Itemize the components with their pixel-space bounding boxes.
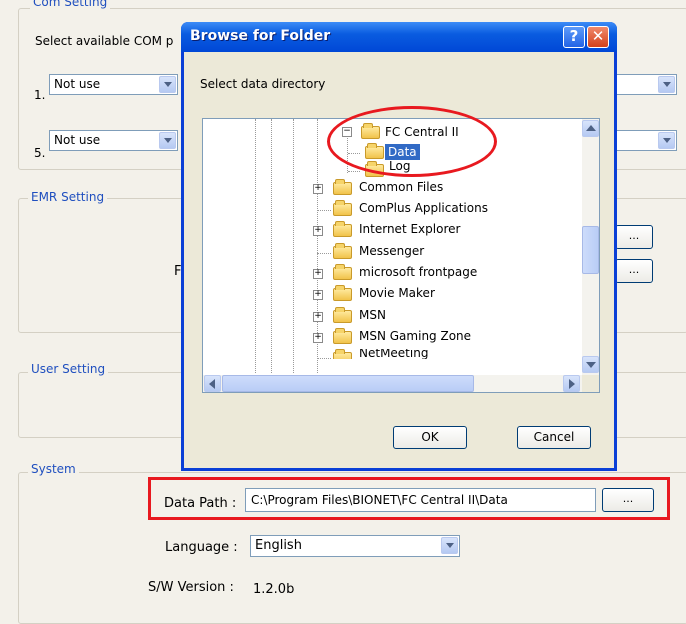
dialog-prompt: Select data directory: [200, 77, 326, 91]
version-value: 1.2.0b: [253, 582, 295, 597]
scroll-corner: [582, 375, 599, 392]
language-value: English: [255, 538, 302, 553]
port-1-value: Not use: [54, 77, 101, 91]
expand-icon[interactable]: +: [313, 184, 323, 194]
chevron-down-icon: [159, 132, 176, 149]
tree-guide-line: [317, 253, 331, 254]
emr-setting-title: EMR Setting: [28, 190, 108, 204]
tree-label: NetMeeting: [359, 349, 429, 359]
scroll-down-arrow[interactable]: [582, 356, 599, 373]
language-select[interactable]: English: [250, 535, 460, 557]
chevron-down-icon: [159, 76, 176, 93]
annotation-highlight-ellipse: [327, 106, 497, 177]
port-5-right-select[interactable]: [610, 130, 677, 151]
folder-icon: [333, 349, 352, 359]
folder-icon: [333, 200, 352, 216]
ok-button[interactable]: OK: [393, 426, 467, 449]
tree-label: microsoft frontpage: [359, 265, 478, 279]
com-setting-title: Com Setting: [30, 0, 111, 9]
tree-horizontal-scrollbar[interactable]: [203, 375, 582, 392]
folder-icon: [333, 243, 352, 259]
tree-label: Common Files: [359, 180, 444, 194]
tree-item-common-files[interactable]: + Common Files: [203, 179, 583, 199]
scroll-right-arrow[interactable]: [563, 375, 580, 392]
tree-vertical-scrollbar[interactable]: [582, 119, 599, 375]
tree-item-messenger[interactable]: Messenger: [203, 243, 583, 263]
tree-item-msn[interactable]: + MSN: [203, 307, 583, 327]
emr-browse-button-1[interactable]: ...: [615, 225, 653, 249]
folder-icon: [333, 328, 352, 344]
expand-icon[interactable]: +: [313, 269, 323, 279]
chevron-down-icon: [658, 132, 675, 149]
emr-browse-button-2[interactable]: ...: [615, 259, 653, 283]
tree-guide-line: [317, 358, 331, 359]
tree-label: Messenger: [359, 244, 425, 258]
tree-label: MSN Gaming Zone: [359, 329, 472, 343]
browse-folder-dialog: Browse for Folder ? ✕ Select data direct…: [181, 22, 617, 471]
com-select-label: Select available COM p: [35, 34, 174, 48]
tree-guide-line: [348, 171, 360, 172]
tree-item-netmeeting[interactable]: NetMeeting: [203, 349, 583, 359]
tree-item-complus[interactable]: ComPlus Applications: [203, 200, 583, 220]
version-label: S/W Version :: [148, 580, 234, 595]
tree-item-internet-explorer[interactable]: + Internet Explorer: [203, 221, 583, 241]
tree-item-frontpage[interactable]: + microsoft frontpage: [203, 264, 583, 284]
help-button[interactable]: ?: [563, 26, 585, 48]
folder-icon: [333, 264, 352, 280]
chevron-right-icon: [569, 379, 575, 389]
chevron-up-icon: [586, 125, 596, 131]
tree-guide-line: [317, 210, 331, 211]
chevron-down-icon: [658, 76, 675, 93]
chevron-down-icon: [441, 537, 458, 554]
close-icon: ✕: [591, 27, 605, 45]
language-label: Language :: [165, 540, 238, 555]
user-setting-title: User Setting: [28, 362, 109, 376]
tree-label: Internet Explorer: [359, 222, 461, 236]
scroll-left-arrow[interactable]: [204, 375, 221, 392]
dialog-titlebar: Browse for Folder ? ✕: [181, 22, 617, 52]
tree-item-msn-gaming[interactable]: + MSN Gaming Zone: [203, 328, 583, 348]
system-title: System: [28, 462, 79, 476]
cancel-button[interactable]: Cancel: [517, 426, 591, 449]
tree-label: ComPlus Applications: [359, 201, 488, 215]
chevron-left-icon: [209, 379, 215, 389]
folder-icon: [333, 307, 352, 323]
scroll-up-arrow[interactable]: [582, 120, 599, 137]
tree-label: Movie Maker: [359, 286, 435, 300]
data-path-highlight-box: [148, 477, 670, 520]
close-button[interactable]: ✕: [587, 26, 609, 48]
port-1-select[interactable]: Not use: [49, 74, 178, 95]
port-5-select[interactable]: Not use: [49, 130, 178, 151]
port-1-number: 1.: [34, 88, 46, 102]
tree-label: MSN: [359, 308, 386, 322]
help-icon: ?: [569, 27, 579, 45]
chevron-down-icon: [586, 362, 596, 368]
tree-item-movie-maker[interactable]: + Movie Maker: [203, 285, 583, 305]
dialog-title: Browse for Folder: [190, 28, 331, 44]
expand-icon[interactable]: +: [313, 312, 323, 322]
port-5-number: 5.: [34, 146, 46, 160]
folder-icon: [333, 221, 352, 237]
expand-icon[interactable]: +: [313, 226, 323, 236]
scroll-thumb-horizontal[interactable]: [222, 375, 474, 392]
port-1-right-select[interactable]: [610, 74, 677, 95]
folder-icon: [333, 285, 352, 301]
expand-icon[interactable]: +: [313, 290, 323, 300]
expand-icon[interactable]: +: [313, 333, 323, 343]
scroll-thumb[interactable]: [582, 226, 599, 274]
port-5-value: Not use: [54, 133, 101, 147]
folder-icon: [333, 179, 352, 195]
